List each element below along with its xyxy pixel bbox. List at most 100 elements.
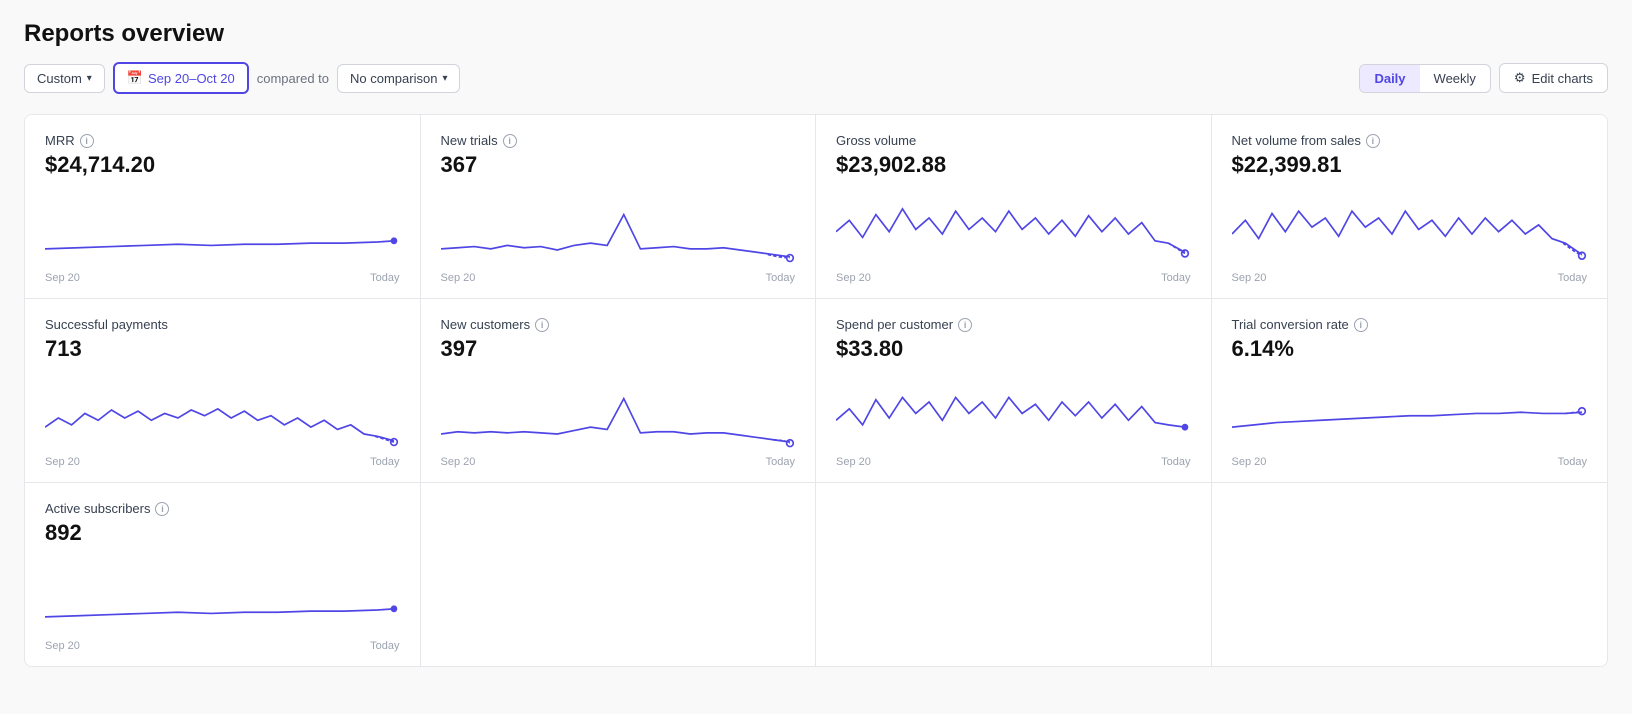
toolbar-right: Daily Weekly ⚙ Edit charts <box>1359 63 1608 93</box>
spend-per-customer-date-start: Sep 20 <box>836 456 871 468</box>
gross-volume-date-end: Today <box>1161 272 1190 284</box>
comparison-button[interactable]: No comparison ▾ <box>337 64 460 93</box>
net-volume-date-start: Sep 20 <box>1232 272 1267 284</box>
grid-row-3: Active subscribers i 892 Sep 20 Today <box>25 483 1607 666</box>
trial-conversion-date-start: Sep 20 <box>1232 456 1267 468</box>
new-customers-date-end: Today <box>766 456 795 468</box>
spend-per-customer-card: Spend per customer i $33.80 Sep 20 Today <box>816 299 1212 482</box>
mrr-date-start: Sep 20 <box>45 272 80 284</box>
net-volume-title-row: Net volume from sales i <box>1232 133 1588 148</box>
active-subscribers-date-start: Sep 20 <box>45 640 80 652</box>
gross-volume-date-start: Sep 20 <box>836 272 871 284</box>
new-trials-date-start: Sep 20 <box>441 272 476 284</box>
new-customers-title-row: New customers i <box>441 317 796 332</box>
chevron-down-icon-2: ▾ <box>442 73 447 84</box>
new-trials-info-icon[interactable]: i <box>503 134 517 148</box>
grid-row-1: MRR i $24,714.20 Sep 20 Today <box>25 115 1607 299</box>
successful-payments-chart <box>45 370 400 450</box>
gross-volume-card: Gross volume $23,902.88 Sep 20 Today <box>816 115 1212 298</box>
period-toggle: Daily Weekly <box>1359 64 1490 93</box>
new-trials-date-end: Today <box>766 272 795 284</box>
trial-conversion-title-row: Trial conversion rate i <box>1232 317 1588 332</box>
gross-volume-title-row: Gross volume <box>836 133 1191 148</box>
mrr-chart <box>45 186 400 266</box>
empty-cell-1 <box>421 483 817 666</box>
metrics-grid: MRR i $24,714.20 Sep 20 Today <box>24 114 1608 667</box>
calendar-icon: 📅 <box>127 70 143 86</box>
new-customers-info-icon[interactable]: i <box>535 318 549 332</box>
net-volume-title: Net volume from sales <box>1232 133 1361 148</box>
compared-to-label: compared to <box>257 71 329 86</box>
spend-per-customer-date-end: Today <box>1161 456 1190 468</box>
mrr-info-icon[interactable]: i <box>80 134 94 148</box>
net-volume-card: Net volume from sales i $22,399.81 Sep 2… <box>1212 115 1608 298</box>
new-customers-card: New customers i 397 Sep 20 Today <box>421 299 817 482</box>
new-customers-date-start: Sep 20 <box>441 456 476 468</box>
spend-per-customer-chart <box>836 370 1191 450</box>
net-volume-value: $22,399.81 <box>1232 152 1588 178</box>
new-trials-chart-labels: Sep 20 Today <box>441 272 796 284</box>
chevron-down-icon: ▾ <box>87 73 92 84</box>
trial-conversion-card: Trial conversion rate i 6.14% Sep 20 Tod… <box>1212 299 1608 482</box>
new-trials-title: New trials <box>441 133 498 148</box>
active-subscribers-chart-labels: Sep 20 Today <box>45 640 400 652</box>
active-subscribers-info-icon[interactable]: i <box>155 502 169 516</box>
net-volume-date-end: Today <box>1558 272 1587 284</box>
gross-volume-chart-labels: Sep 20 Today <box>836 272 1191 284</box>
spend-per-customer-value: $33.80 <box>836 336 1191 362</box>
trial-conversion-title: Trial conversion rate <box>1232 317 1349 332</box>
active-subscribers-date-end: Today <box>370 640 399 652</box>
empty-cell-3 <box>1212 483 1608 666</box>
new-trials-value: 367 <box>441 152 796 178</box>
successful-payments-date-start: Sep 20 <box>45 456 80 468</box>
successful-payments-date-end: Today <box>370 456 399 468</box>
gross-volume-chart <box>836 186 1191 266</box>
trial-conversion-chart <box>1232 370 1588 450</box>
new-customers-chart <box>441 370 796 450</box>
mrr-date-end: Today <box>370 272 399 284</box>
trial-conversion-date-end: Today <box>1558 456 1587 468</box>
spend-per-customer-info-icon[interactable]: i <box>958 318 972 332</box>
trial-conversion-info-icon[interactable]: i <box>1354 318 1368 332</box>
spend-per-customer-title: Spend per customer <box>836 317 953 332</box>
trial-conversion-chart-labels: Sep 20 Today <box>1232 456 1588 468</box>
successful-payments-title-row: Successful payments <box>45 317 400 332</box>
weekly-button[interactable]: Weekly <box>1420 65 1490 92</box>
toolbar: Custom ▾ 📅 Sep 20–Oct 20 compared to No … <box>24 62 1608 94</box>
active-subscribers-title: Active subscribers <box>45 501 150 516</box>
grid-row-2: Successful payments 713 Sep 20 Today <box>25 299 1607 483</box>
spend-per-customer-title-row: Spend per customer i <box>836 317 1191 332</box>
new-trials-title-row: New trials i <box>441 133 796 148</box>
gross-volume-value: $23,902.88 <box>836 152 1191 178</box>
new-customers-value: 397 <box>441 336 796 362</box>
net-volume-chart <box>1232 186 1588 266</box>
trial-conversion-value: 6.14% <box>1232 336 1588 362</box>
active-subscribers-card: Active subscribers i 892 Sep 20 Today <box>25 483 421 666</box>
date-range-button[interactable]: 📅 Sep 20–Oct 20 <box>113 62 249 94</box>
comparison-label: No comparison <box>350 71 437 86</box>
mrr-chart-labels: Sep 20 Today <box>45 272 400 284</box>
successful-payments-chart-labels: Sep 20 Today <box>45 456 400 468</box>
new-trials-card: New trials i 367 Sep 20 Today <box>421 115 817 298</box>
successful-payments-title: Successful payments <box>45 317 168 332</box>
active-subscribers-title-row: Active subscribers i <box>45 501 400 516</box>
edit-charts-label: Edit charts <box>1532 71 1593 86</box>
daily-button[interactable]: Daily <box>1360 65 1419 92</box>
active-subscribers-chart <box>45 554 400 634</box>
custom-label: Custom <box>37 71 82 86</box>
net-volume-chart-labels: Sep 20 Today <box>1232 272 1588 284</box>
gear-icon: ⚙ <box>1514 70 1526 86</box>
new-trials-chart <box>441 186 796 266</box>
page-title: Reports overview <box>24 20 1608 48</box>
date-range-label: Sep 20–Oct 20 <box>148 71 235 86</box>
new-customers-chart-labels: Sep 20 Today <box>441 456 796 468</box>
successful-payments-card: Successful payments 713 Sep 20 Today <box>25 299 421 482</box>
new-customers-title: New customers <box>441 317 531 332</box>
successful-payments-value: 713 <box>45 336 400 362</box>
mrr-value: $24,714.20 <box>45 152 400 178</box>
net-volume-info-icon[interactable]: i <box>1366 134 1380 148</box>
active-subscribers-value: 892 <box>45 520 400 546</box>
mrr-title-row: MRR i <box>45 133 400 148</box>
custom-period-button[interactable]: Custom ▾ <box>24 64 105 93</box>
edit-charts-button[interactable]: ⚙ Edit charts <box>1499 63 1608 93</box>
